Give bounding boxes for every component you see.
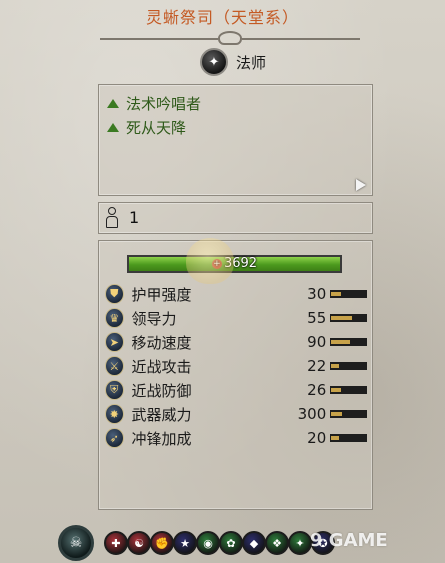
leadership-icon: ♛ (105, 308, 124, 328)
unit-title: 灵蜥祭司（天堂系） (145, 8, 299, 27)
skill-icon-4[interactable]: ★ (173, 531, 197, 555)
abilities-panel: 法术吟唱者 死从天降 (98, 84, 373, 196)
stat-row-weapon-strength[interactable]: ✸ 武器威力 300 (105, 403, 367, 425)
person-icon (105, 207, 119, 229)
stat-row-charge-bonus[interactable]: ➶ 冲锋加成 20 (105, 427, 367, 449)
skill-icon-7[interactable]: ◆ (242, 531, 266, 555)
unit-class-label: 法师 (236, 53, 267, 72)
speed-icon: ➤ (105, 332, 124, 352)
stat-value: 26 (307, 381, 327, 399)
unit-class: ✦ 法师 (200, 48, 266, 76)
stat-label: 领导力 (131, 309, 177, 328)
skill-icon-9[interactable]: ✦ (288, 531, 312, 555)
skill-icon-6[interactable]: ✿ (219, 531, 243, 555)
stat-label: 冲锋加成 (131, 429, 192, 448)
unit-portrait-icon[interactable]: ☠ (58, 525, 94, 561)
stat-row-speed[interactable]: ➤ 移动速度 90 (105, 331, 367, 353)
stat-row-melee-attack[interactable]: ⚔ 近战攻击 22 (105, 355, 367, 377)
weapon-strength-icon: ✸ (105, 404, 124, 424)
unit-count-value: 1 (129, 208, 140, 227)
skill-icon-5[interactable]: ◉ (196, 531, 220, 555)
stat-value: 20 (307, 429, 327, 447)
unit-info-panel: 灵蜥祭司（天堂系） ✦ 法师 法术吟唱者 死从天降 1 +3692 (0, 0, 445, 563)
stat-bar (330, 434, 367, 442)
stat-bar (330, 338, 367, 346)
health-value: +3692 (129, 257, 340, 271)
unit-count-panel: 1 (98, 202, 373, 234)
ability-label: 法术吟唱者 (126, 95, 202, 113)
ability-item[interactable]: 法术吟唱者 (107, 93, 201, 114)
ability-label: 死从天降 (126, 119, 187, 137)
stat-label: 移动速度 (131, 333, 192, 352)
stat-bar (330, 410, 367, 418)
stat-row-leadership[interactable]: ♛ 领导力 55 (105, 307, 367, 329)
stat-bar (330, 362, 367, 370)
melee-attack-icon: ⚔ (105, 356, 124, 376)
stats-panel: +3692 ⛊ 护甲强度 30 ♛ 领导力 55 ➤ 移动速度 90 ⚔ 近战攻… (98, 240, 373, 510)
ability-item[interactable]: 死从天降 (107, 117, 186, 138)
stat-value: 90 (307, 333, 327, 351)
stat-label: 武器威力 (131, 405, 192, 424)
watermark-text: 9 GAME (310, 530, 388, 551)
skill-icon-1[interactable]: ✚ (104, 531, 128, 555)
ability-arrow-icon (107, 123, 119, 132)
health-bar: +3692 (127, 255, 342, 273)
skill-icon-8[interactable]: ❖ (265, 531, 289, 555)
stat-value: 55 (307, 309, 327, 327)
watermark-mascot-icon (186, 238, 234, 284)
stat-label: 护甲强度 (131, 285, 192, 304)
stat-bar (330, 290, 367, 298)
stat-row-melee-defense[interactable]: ⛨ 近战防御 26 (105, 379, 367, 401)
melee-defense-icon: ⛨ (105, 380, 124, 400)
stat-bar (330, 314, 367, 322)
stat-label: 近战防御 (131, 381, 192, 400)
expand-arrow-icon[interactable] (356, 179, 366, 191)
stat-label: 近战攻击 (131, 357, 192, 376)
stat-bar (330, 386, 367, 394)
title-ornament (100, 30, 360, 46)
mage-icon: ✦ (200, 48, 228, 76)
stat-value: 300 (297, 405, 327, 423)
stat-value: 30 (307, 285, 327, 303)
skill-icon-2[interactable]: ☯ (127, 531, 151, 555)
skill-icon-3[interactable]: ✊ (150, 531, 174, 555)
stat-row-armor[interactable]: ⛊ 护甲强度 30 (105, 283, 367, 305)
armor-icon: ⛊ (105, 284, 124, 304)
charge-bonus-icon: ➶ (105, 428, 124, 448)
stat-value: 22 (307, 357, 327, 375)
ability-arrow-icon (107, 99, 119, 108)
